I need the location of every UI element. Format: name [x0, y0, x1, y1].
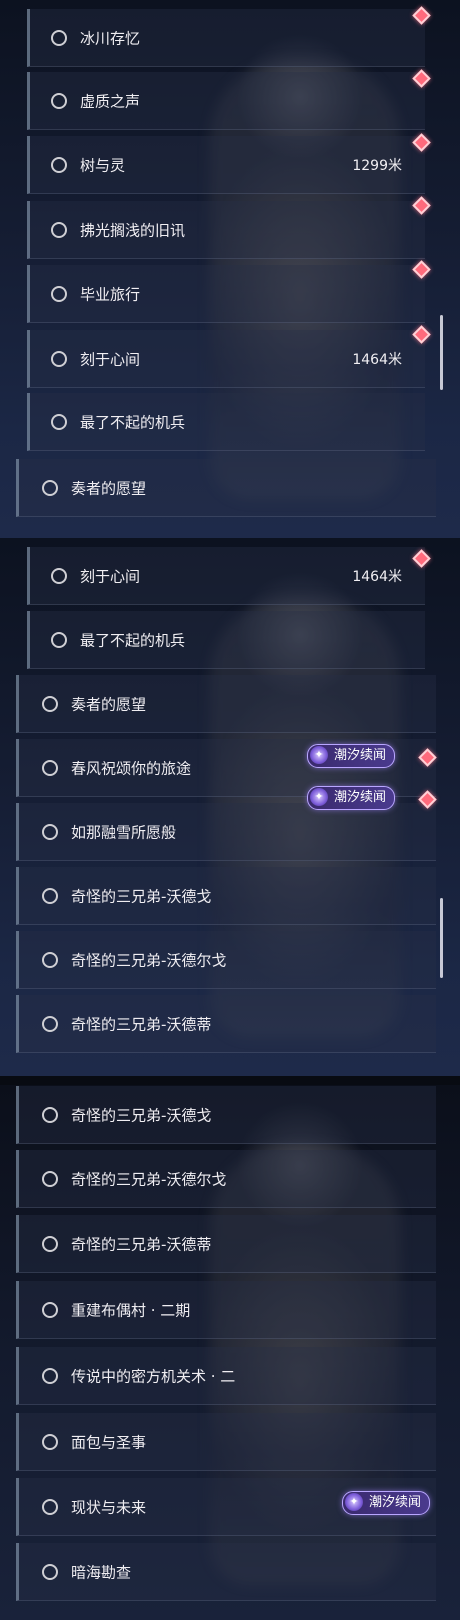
radio-circle-icon — [42, 1235, 58, 1252]
quest-title: 冰川存忆 — [80, 29, 141, 47]
badge-label: 潮汐续闻 — [334, 790, 387, 805]
quest-row[interactable]: 虚质之声 — [27, 72, 425, 130]
quest-title: 现状与未来 — [71, 1498, 147, 1516]
quest-title: 春风祝颂你的旅途 — [71, 759, 192, 777]
radio-circle-icon — [42, 759, 58, 776]
tidal-chronicle-icon: ✦ — [310, 746, 328, 764]
radio-circle-icon — [51, 567, 67, 584]
badge-label: 潮汐续闻 — [334, 748, 387, 763]
tidal-chronicle-icon: ✦ — [345, 1493, 363, 1511]
quest-title: 奇怪的三兄弟-沃德尔戈 — [71, 951, 227, 969]
quest-row[interactable]: 树与灵 1299米 — [27, 136, 425, 194]
quest-title: 奇怪的三兄弟-沃德蒂 — [71, 1015, 212, 1033]
radio-circle-icon — [51, 631, 67, 648]
quest-distance: 1464米 — [352, 351, 402, 368]
quest-row[interactable]: 毕业旅行 — [27, 265, 425, 323]
radio-circle-icon — [42, 1563, 58, 1580]
quest-title: 最了不起的机兵 — [80, 631, 186, 649]
quest-row[interactable]: 奏者的愿望 — [16, 459, 436, 517]
radio-circle-icon — [51, 285, 67, 302]
quest-list-panel-3: 奇怪的三兄弟-沃德戈 奇怪的三兄弟-沃德尔戈 奇怪的三兄弟-沃德蒂 重建布偶村 … — [0, 1085, 460, 1620]
quest-row[interactable]: 奇怪的三兄弟-沃德蒂 — [16, 1215, 436, 1273]
radio-circle-icon — [42, 479, 58, 496]
quest-row[interactable]: 刻于心间 1464米 — [27, 330, 425, 388]
quest-distance: 1464米 — [352, 568, 402, 585]
quest-list-panel-2: 刻于心间 1464米 最了不起的机兵 奏者的愿望 春风祝颂你的旅途 ✦ 潮汐续闻… — [0, 538, 460, 1076]
radio-circle-icon — [42, 951, 58, 968]
radio-circle-icon — [42, 1170, 58, 1187]
radio-circle-icon — [42, 1015, 58, 1032]
quest-row[interactable]: 奏者的愿望 — [16, 675, 436, 733]
quest-row[interactable]: 最了不起的机兵 — [27, 611, 425, 669]
quest-list-screenshot: 冰川存忆 虚质之声 树与灵 1299米 拂光搁浅的旧讯 毕业旅行 刻于心间 14… — [0, 0, 460, 1620]
quest-row[interactable]: 重建布偶村 · 二期 — [16, 1281, 436, 1339]
tidal-chronicle-badge: ✦ 潮汐续闻 — [307, 744, 396, 768]
quest-title: 奏者的愿望 — [71, 479, 147, 497]
quest-title: 奇怪的三兄弟-沃德戈 — [71, 887, 212, 905]
radio-circle-icon — [51, 221, 67, 238]
quest-title: 刻于心间 — [80, 350, 141, 368]
quest-title: 奇怪的三兄弟-沃德尔戈 — [71, 1170, 227, 1188]
quest-row[interactable]: 奇怪的三兄弟-沃德尔戈 — [16, 931, 436, 989]
quest-list-panel-1: 冰川存忆 虚质之声 树与灵 1299米 拂光搁浅的旧讯 毕业旅行 刻于心间 14… — [0, 0, 460, 538]
radio-circle-icon — [42, 695, 58, 712]
quest-row[interactable]: 拂光搁浅的旧讯 — [27, 201, 425, 259]
quest-distance: 1299米 — [352, 157, 402, 174]
radio-circle-icon — [42, 887, 58, 904]
badge-label: 潮汐续闻 — [369, 1495, 422, 1510]
radio-circle-icon — [42, 1433, 58, 1450]
quest-row[interactable]: 传说中的密方机关术 · 二 — [16, 1347, 436, 1405]
quest-title: 如那融雪所愿般 — [71, 823, 177, 841]
quest-title: 奇怪的三兄弟-沃德戈 — [71, 1106, 212, 1124]
quest-title: 重建布偶村 · 二期 — [71, 1301, 191, 1319]
radio-circle-icon — [42, 1106, 58, 1123]
quest-row[interactable]: 刻于心间 1464米 — [27, 547, 425, 605]
quest-row[interactable]: 奇怪的三兄弟-沃德尔戈 — [16, 1150, 436, 1208]
quest-title: 毕业旅行 — [80, 285, 141, 303]
quest-title: 传说中的密方机关术 · 二 — [71, 1367, 236, 1385]
radio-circle-icon — [51, 350, 67, 367]
quest-title: 树与灵 — [80, 156, 126, 174]
tidal-chronicle-badge: ✦ 潮汐续闻 — [342, 1491, 431, 1515]
tidal-chronicle-icon: ✦ — [310, 788, 328, 806]
quest-row[interactable]: 面包与圣事 — [16, 1413, 436, 1471]
quest-row[interactable]: 暗海勘查 — [16, 1543, 436, 1601]
radio-circle-icon — [51, 413, 67, 430]
quest-row[interactable]: 奇怪的三兄弟-沃德戈 — [16, 867, 436, 925]
quest-row[interactable]: 冰川存忆 — [27, 9, 425, 67]
tidal-chronicle-badge: ✦ 潮汐续闻 — [307, 786, 396, 810]
quest-title: 奇怪的三兄弟-沃德蒂 — [71, 1235, 212, 1253]
quest-title: 拂光搁浅的旧讯 — [80, 221, 186, 239]
radio-circle-icon — [51, 29, 67, 46]
radio-circle-icon — [51, 156, 67, 173]
quest-title: 奏者的愿望 — [71, 695, 147, 713]
quest-title: 虚质之声 — [80, 92, 141, 110]
quest-row[interactable]: 奇怪的三兄弟-沃德戈 — [16, 1086, 436, 1144]
quest-title: 面包与圣事 — [71, 1433, 147, 1451]
quest-row[interactable]: 奇怪的三兄弟-沃德蒂 — [16, 995, 436, 1053]
quest-row[interactable]: 如那融雪所愿般 — [16, 803, 436, 861]
radio-circle-icon — [42, 1367, 58, 1384]
scrollbar-thumb[interactable] — [440, 898, 443, 978]
quest-title: 暗海勘查 — [71, 1563, 132, 1581]
scrollbar-thumb[interactable] — [440, 315, 443, 390]
radio-circle-icon — [51, 92, 67, 109]
quest-row[interactable]: 最了不起的机兵 — [27, 393, 425, 451]
radio-circle-icon — [42, 823, 58, 840]
radio-circle-icon — [42, 1498, 58, 1515]
quest-title: 刻于心间 — [80, 567, 141, 585]
radio-circle-icon — [42, 1301, 58, 1318]
quest-title: 最了不起的机兵 — [80, 413, 186, 431]
panel-divider — [0, 1076, 460, 1085]
